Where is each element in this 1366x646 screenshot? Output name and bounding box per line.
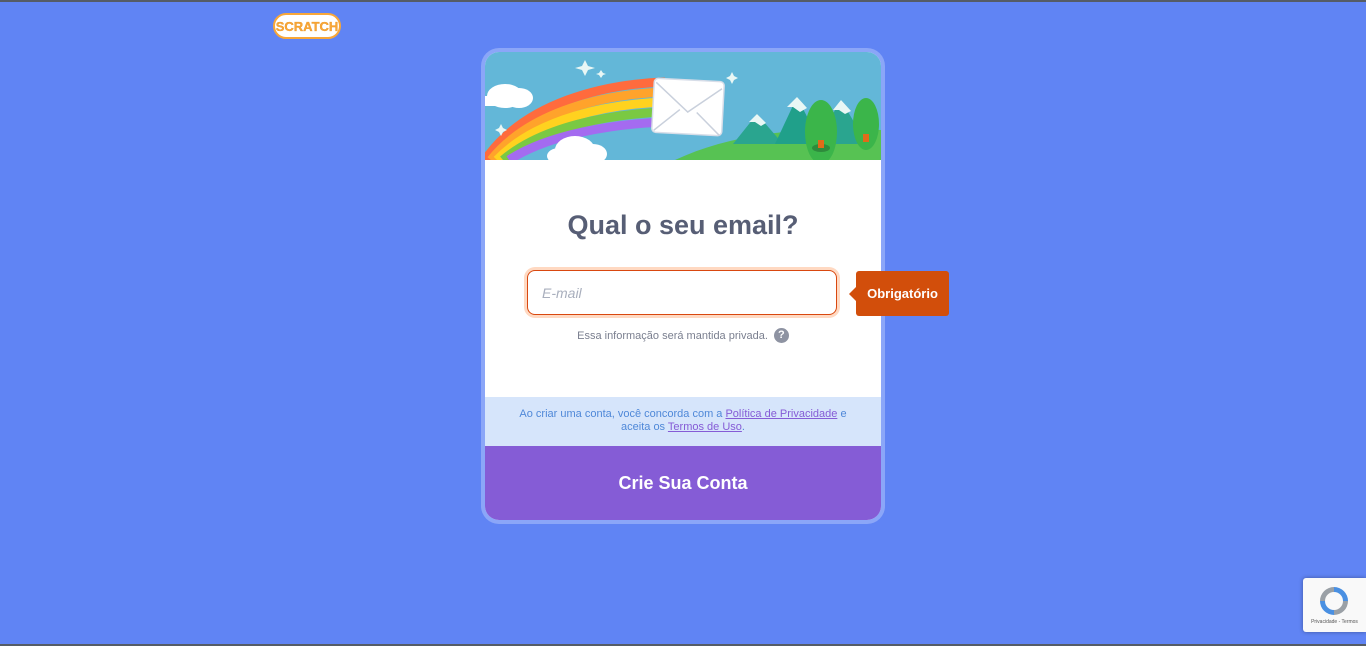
page-title: Qual o seu email? xyxy=(567,210,799,240)
recaptcha-icon xyxy=(1320,587,1348,615)
terms-notice: Ao criar uma conta, você concorda com a … xyxy=(485,397,881,446)
signup-card-inner: Qual o seu email? Essa informação será m… xyxy=(485,52,881,520)
logo-text: SCRATCH xyxy=(276,19,339,34)
email-banner-illustration xyxy=(485,52,881,160)
terms-suffix: . xyxy=(741,421,745,433)
signup-card: Qual o seu email? Essa informação será m… xyxy=(481,48,885,524)
recaptcha-badge[interactable]: Privacidade - Termos xyxy=(1303,578,1366,632)
help-icon[interactable]: ? xyxy=(773,328,789,343)
required-tooltip: Obrigatório xyxy=(849,271,949,316)
top-border xyxy=(0,0,1366,2)
scratch-logo[interactable]: SCRATCH xyxy=(273,12,341,40)
terms-of-use-link[interactable]: Termos de Uso xyxy=(668,421,742,433)
email-field[interactable] xyxy=(527,270,837,315)
privacy-note-text: Essa informação será mantida privada. xyxy=(577,329,768,342)
privacy-note: Essa informação será mantida privada. ? xyxy=(485,328,881,343)
create-account-button[interactable]: Crie Sua Conta xyxy=(485,446,881,520)
recaptcha-label[interactable]: Privacidade - Termos xyxy=(1303,619,1366,625)
terms-prefix: Ao criar uma conta, você concorda com a xyxy=(519,408,723,420)
privacy-policy-link[interactable]: Política de Privacidade xyxy=(725,408,837,420)
